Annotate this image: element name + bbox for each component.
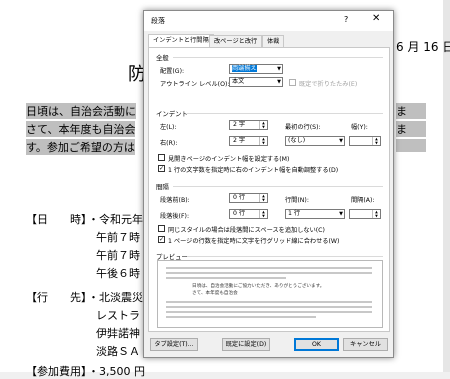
paragraph-line-1[interactable]: 日頃は、自治会活動に xyxy=(26,103,136,119)
set-default-button[interactable]: 既定に設定(D) xyxy=(222,338,270,351)
spinner-arrows-icon[interactable]: ▲ ▼ xyxy=(372,210,380,218)
ok-button[interactable]: OK xyxy=(294,338,339,351)
preview-next-line xyxy=(166,311,372,313)
preview-next-line xyxy=(166,306,372,308)
indent-right-label: 右(R): xyxy=(160,140,178,147)
outline-level-select[interactable]: 本文 ▼ xyxy=(229,77,283,87)
outline-level-value: 本文 xyxy=(232,78,245,85)
spinner-arrows-icon[interactable]: ▲ ▼ xyxy=(259,194,267,202)
space-before-label: 段落前(B): xyxy=(160,197,190,204)
tab-line-page-breaks[interactable]: 改ページと改行 xyxy=(209,35,263,47)
line-spacing-value: 1 行 xyxy=(288,210,301,217)
mirror-indents-label: 見開きページのインデント幅を設定する(M) xyxy=(168,156,290,163)
space-before-spinner[interactable]: 0 行 ▲ ▼ xyxy=(229,193,268,203)
row-date-line-4: 午後６時 xyxy=(96,267,140,280)
chevron-down-icon: ▼ xyxy=(277,79,281,85)
paragraph-line-3[interactable]: す。参加ご希望の方は xyxy=(26,139,135,155)
dialog-titlebar[interactable]: 段落 ? ✕ xyxy=(144,11,393,31)
spacing-divider xyxy=(173,186,383,187)
preview-next-line xyxy=(166,301,372,303)
line-spacing-label: 行間(N): xyxy=(285,197,309,204)
space-after-spinner[interactable]: 0 行 ▲ ▼ xyxy=(229,209,268,219)
preview-next-line xyxy=(166,316,316,318)
preview-prev-line xyxy=(166,267,372,269)
alignment-label: 配置(G): xyxy=(160,68,185,75)
preview-sample-line-2: さて、本年度も自治会 xyxy=(192,291,238,296)
indent-left-spinner[interactable]: 2 字 ▲ ▼ xyxy=(229,120,268,130)
tab-indent-spacing[interactable]: インデントと行間隔 xyxy=(148,34,214,48)
first-line-value: (なし) xyxy=(288,137,306,144)
spinner-arrows-icon[interactable]: ▲ ▼ xyxy=(372,137,380,145)
tab-settings-button[interactable]: タブ設定(T)... xyxy=(150,338,198,351)
spinner-arrows-icon[interactable]: ▲ ▼ xyxy=(259,210,267,218)
auto-adjust-label: 1 行の文字数を指定時に右のインデント幅を自動調整する(D) xyxy=(168,167,339,174)
indent-heading: インデント xyxy=(156,110,188,118)
mirror-indents-checkbox[interactable] xyxy=(158,154,165,161)
indent-right-value: 2 字 xyxy=(233,137,246,144)
cancel-button[interactable]: キャンセル xyxy=(343,338,388,351)
row-date-line-1: ・令和元年 xyxy=(88,213,143,226)
indent-left-label: 左(L): xyxy=(160,124,177,131)
paragraph-dialog: 段落 ? ✕ インデントと行間隔 改ページと改行 体裁 全般 配置(G): 両端… xyxy=(143,10,394,358)
spacing-heading: 間隔 xyxy=(156,183,169,191)
snap-to-grid-checkbox[interactable]: ✓ xyxy=(158,236,165,243)
preview-prev-line xyxy=(166,277,286,279)
document-right-margin xyxy=(443,0,450,372)
spinner-arrows-icon[interactable]: ▲ ▼ xyxy=(259,137,267,145)
paragraph-line-2[interactable]: さて、本年度も自治会 xyxy=(26,121,136,137)
row-fee-label: 【参加費用】 xyxy=(26,365,92,378)
collapsed-label: 既定で折りたたみ(E) xyxy=(299,81,358,88)
preview-sample-line-1: 日頃は、自治会活動にご協力いただき、ありがとうございます。 xyxy=(192,284,325,289)
chevron-down-icon: ▼ xyxy=(339,211,343,217)
row-date-line-2: 午前７時 xyxy=(96,231,140,244)
no-space-same-style-checkbox[interactable] xyxy=(158,225,165,232)
chevron-down-icon: ▼ xyxy=(277,66,281,72)
alignment-select[interactable]: 両端揃え ▼ xyxy=(229,64,283,74)
no-space-same-style-label: 同じスタイルの場合は段落間にスペースを追加しない(C) xyxy=(168,227,325,234)
paragraph-right-3[interactable] xyxy=(396,139,426,152)
width-label: 幅(Y): xyxy=(351,124,368,131)
first-line-label: 最初の行(S): xyxy=(285,124,321,131)
line-spacing-select[interactable]: 1 行 ▼ xyxy=(285,209,345,219)
row-destination-line-2: レストラ xyxy=(96,309,140,322)
preview-box: 日頃は、自治会活動にご協力いただき、ありがとうございます。 さて、本年度も自治会 xyxy=(157,260,383,328)
snap-to-grid-label: 1 ページの行数を指定時に文字を行グリッド線に合わせる(W) xyxy=(168,238,340,245)
preview-prev-line xyxy=(166,272,372,274)
general-divider xyxy=(173,57,383,58)
row-date-line-3: 午前７時 xyxy=(96,249,140,262)
help-button[interactable]: ? xyxy=(344,15,348,24)
document-date: 6 月 16 日 xyxy=(396,40,450,54)
spacing-at-spinner[interactable]: ▲ ▼ xyxy=(349,209,381,219)
row-fee-line-1: ・3,500 円 xyxy=(88,365,145,378)
first-line-select[interactable]: (なし) ▼ xyxy=(285,136,345,146)
preview-divider xyxy=(187,256,383,257)
tab-asian-typography[interactable]: 体裁 xyxy=(262,35,285,47)
spacing-at-label: 間隔(A): xyxy=(351,197,375,204)
close-button[interactable]: ✕ xyxy=(372,13,380,24)
tab-panel: 全般 配置(G): 両端揃え ▼ アウトライン レベル(O): 本文 ▼ 既定で… xyxy=(148,47,390,332)
row-destination-line-3: 伊弉諾神 xyxy=(96,327,140,340)
row-destination-line-1: ・北淡震災 xyxy=(88,291,143,304)
chevron-down-icon: ▼ xyxy=(339,138,343,144)
width-spinner[interactable]: ▲ ▼ xyxy=(349,136,381,146)
indent-right-spinner[interactable]: 2 字 ▲ ▼ xyxy=(229,136,268,146)
row-destination-label: 【行 先】 xyxy=(26,291,92,304)
row-date-label: 【日 時】 xyxy=(26,213,92,226)
auto-adjust-checkbox[interactable]: ✓ xyxy=(158,165,165,172)
indent-left-value: 2 字 xyxy=(233,121,246,128)
outline-level-label: アウトライン レベル(O): xyxy=(160,81,230,88)
space-after-value: 0 行 xyxy=(233,210,246,217)
alignment-value: 両端揃え xyxy=(232,65,257,72)
collapsed-checkbox[interactable] xyxy=(289,79,296,86)
indent-divider xyxy=(187,113,383,114)
space-before-value: 0 行 xyxy=(233,194,246,201)
paragraph-right-1[interactable]: ま xyxy=(396,103,426,119)
paragraph-right-2[interactable]: ま xyxy=(396,121,426,137)
space-after-label: 段落後(F): xyxy=(160,213,190,220)
spinner-arrows-icon[interactable]: ▲ ▼ xyxy=(259,121,267,129)
row-destination-line-4: 淡路ＳＡ xyxy=(96,345,140,358)
general-heading: 全般 xyxy=(156,54,169,62)
dialog-title: 段落 xyxy=(151,17,165,25)
